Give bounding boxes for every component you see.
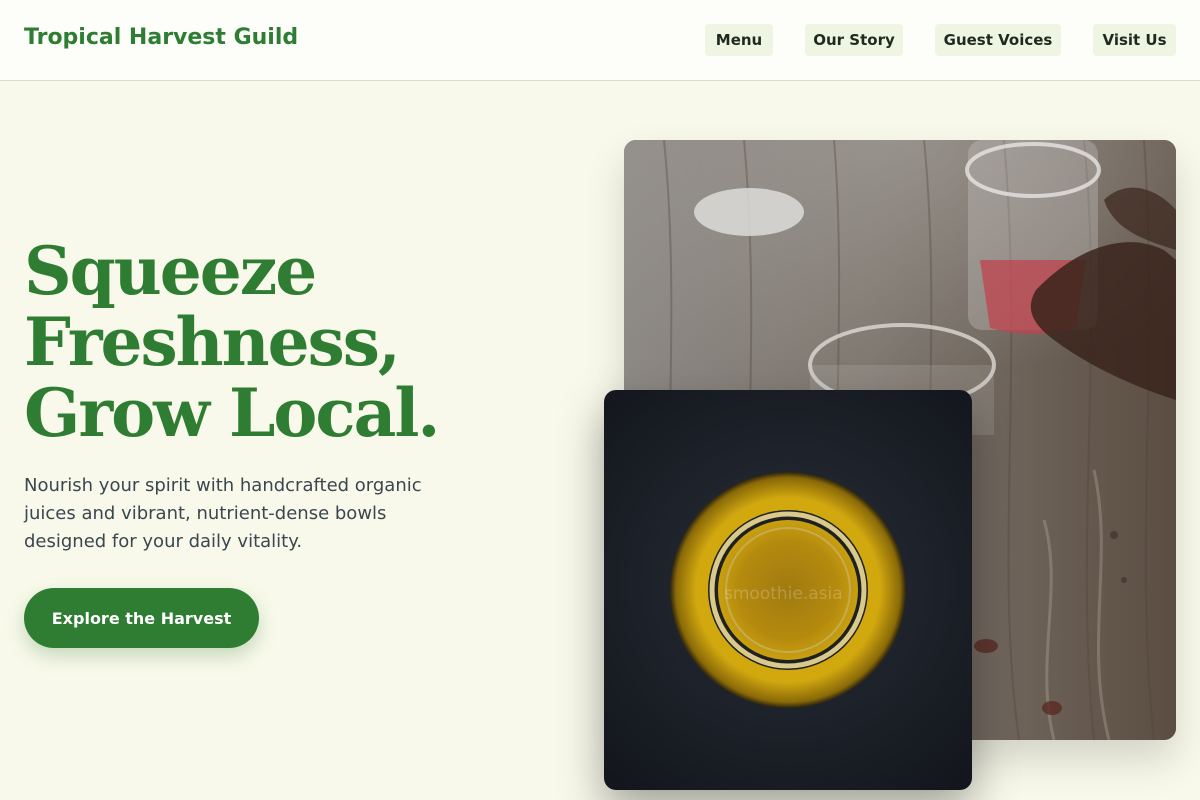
hero-subtitle: Nourish your spirit with handcrafted org…: [24, 475, 422, 552]
headline-line-2: Freshness,: [24, 303, 401, 381]
photo-watermark: smoothie.asia: [724, 584, 843, 604]
nav-menu-link[interactable]: Menu: [705, 24, 773, 56]
headline-line-1: Squeeze: [24, 232, 317, 310]
nav-our-story-link[interactable]: Our Story: [805, 24, 903, 56]
nav-guest-voices-link[interactable]: Guest Voices: [935, 24, 1061, 56]
yellow-smoothie-photo: smoothie.asia: [604, 390, 972, 790]
brand-logo-text[interactable]: Tropical Harvest Guild: [24, 25, 298, 50]
site-header: Tropical Harvest Guild Menu Our Story Gu…: [0, 0, 1200, 81]
explore-harvest-button[interactable]: Explore the Harvest: [24, 588, 259, 648]
headline-line-3: Grow Local.: [24, 374, 440, 452]
nav-visit-us-link[interactable]: Visit Us: [1093, 24, 1176, 56]
hero-headline: Squeeze Freshness, Grow Local.: [24, 236, 584, 449]
